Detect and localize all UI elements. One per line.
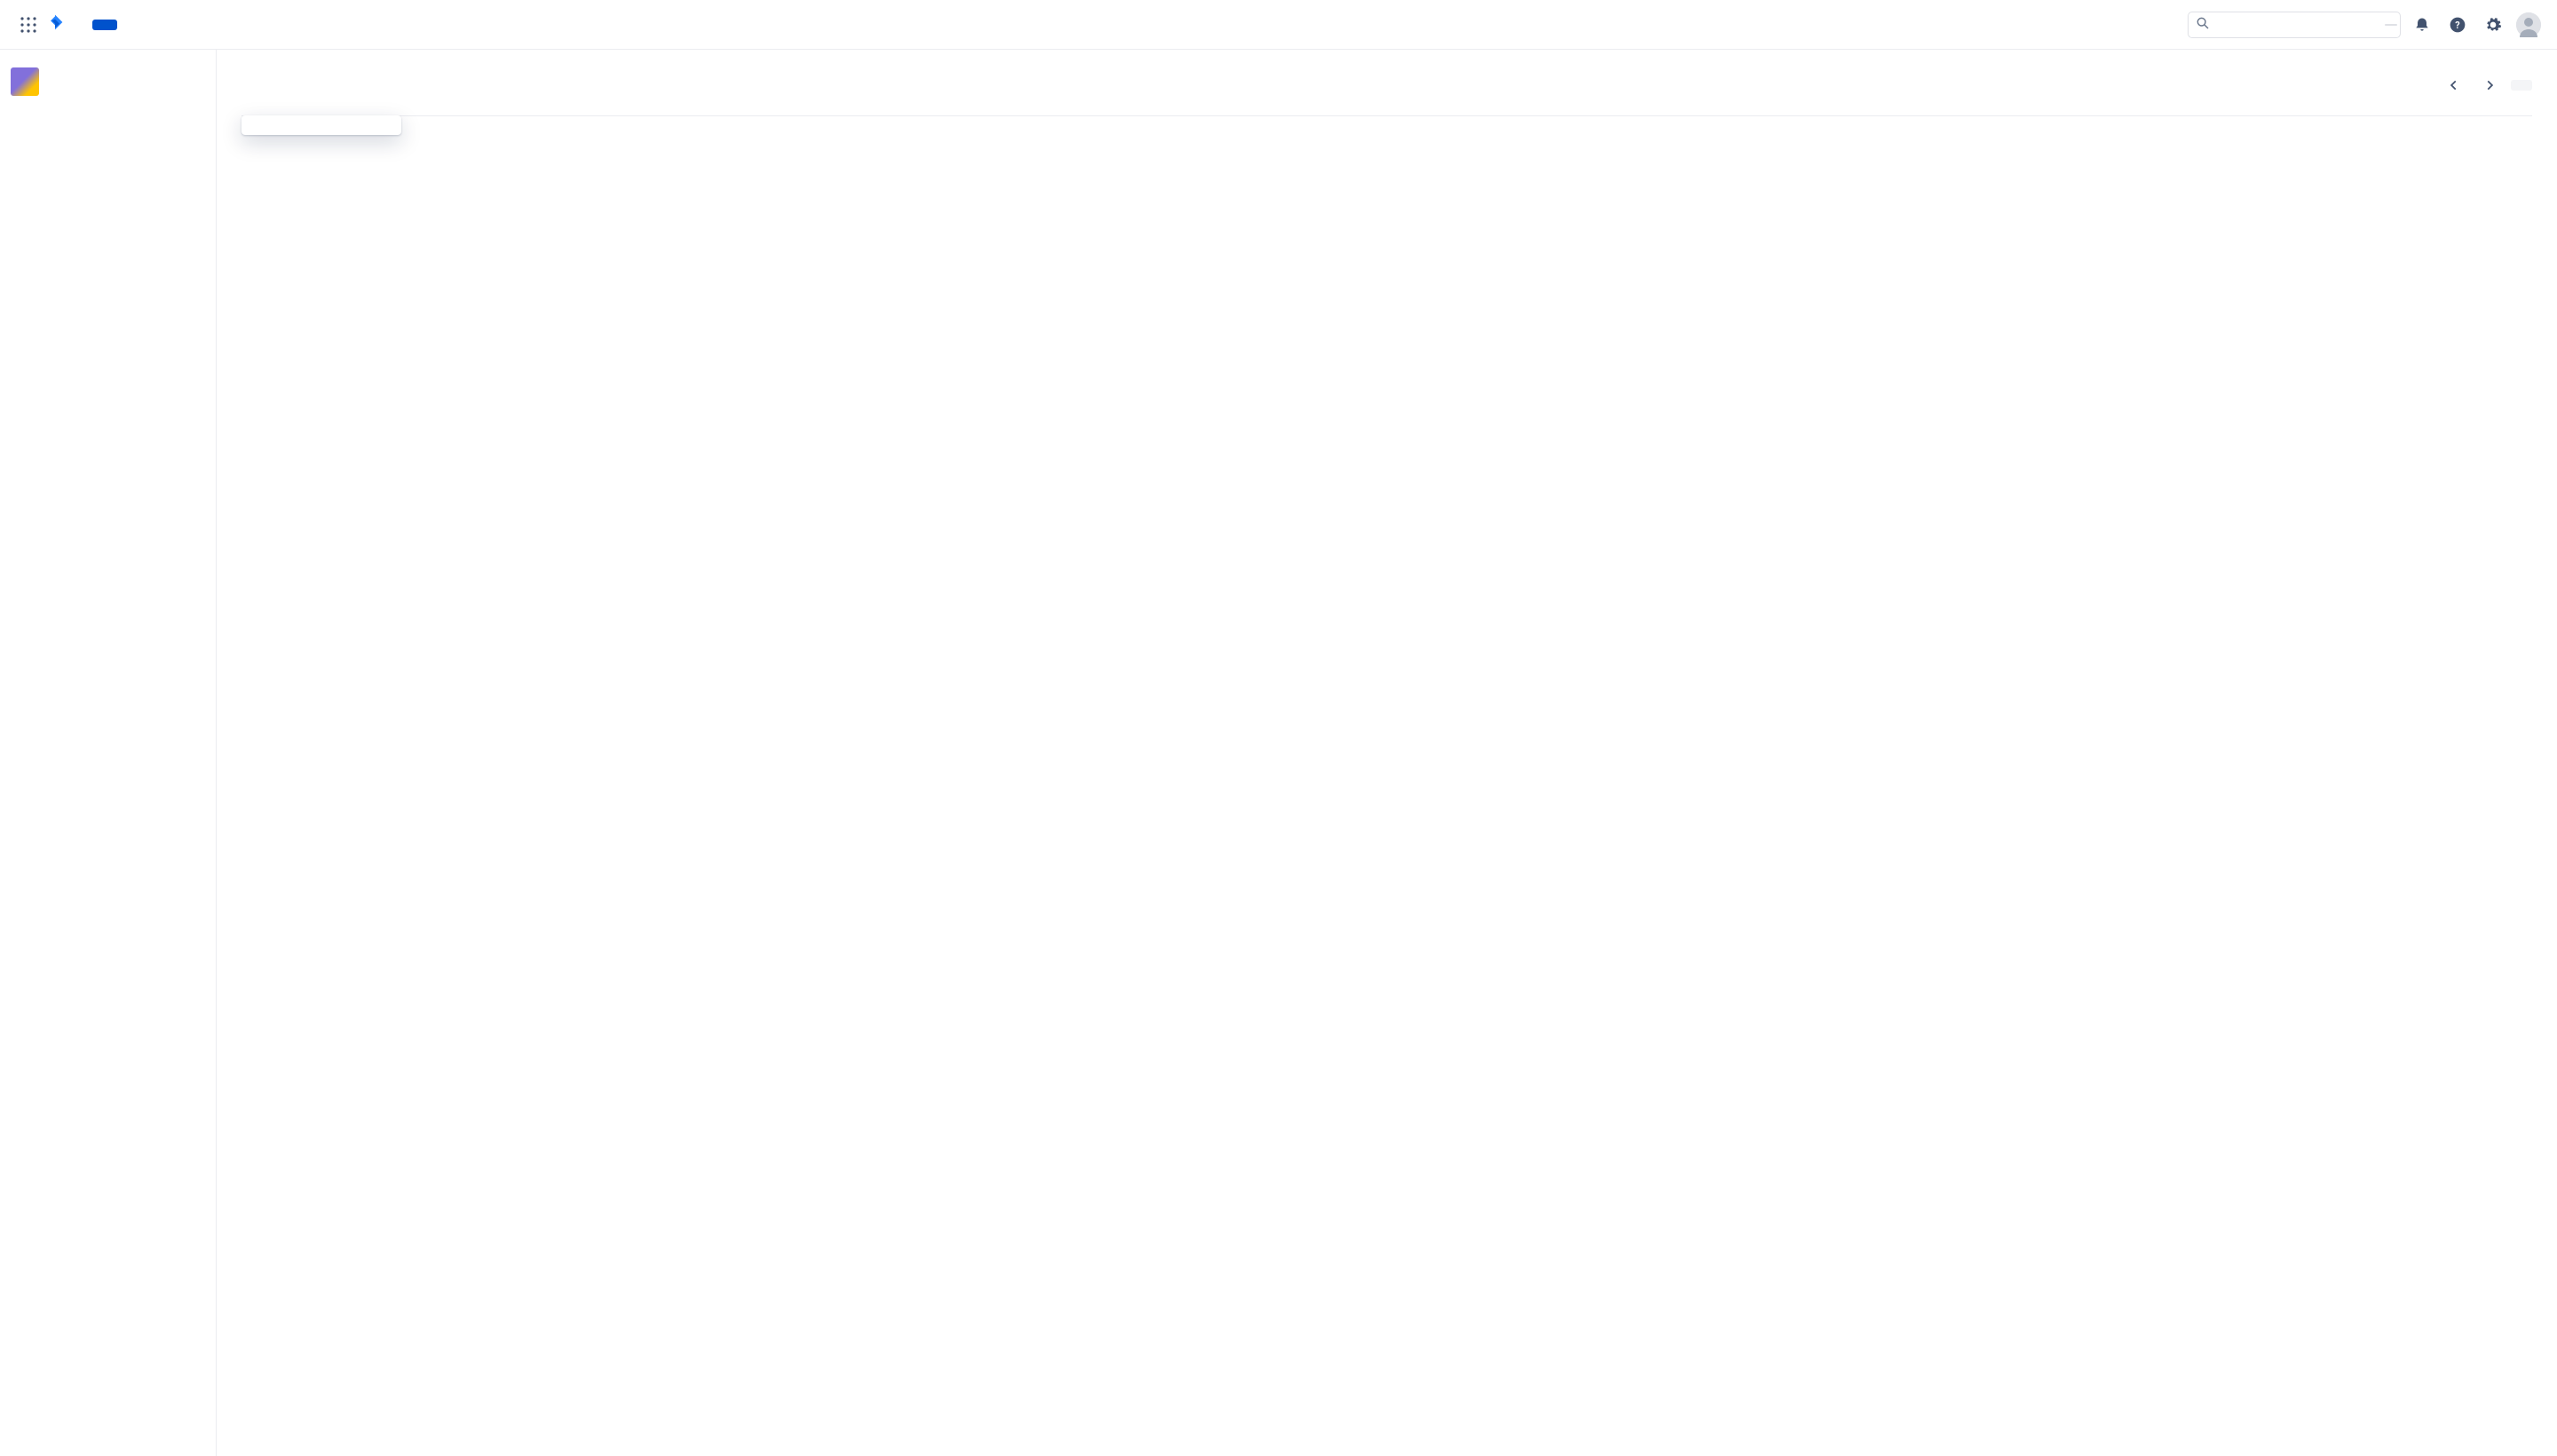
top-nav: ? bbox=[0, 0, 2557, 50]
today-button[interactable] bbox=[2511, 80, 2532, 91]
search-shortcut-hint bbox=[2385, 24, 2397, 26]
jira-glyph-icon bbox=[46, 13, 64, 36]
search-input[interactable] bbox=[2217, 18, 2378, 32]
notifications-icon[interactable] bbox=[2408, 11, 2436, 39]
day-popover[interactable] bbox=[241, 115, 401, 135]
project-avatar-icon bbox=[11, 67, 39, 96]
svg-text:?: ? bbox=[2455, 20, 2459, 31]
app-switcher-icon[interactable] bbox=[14, 11, 43, 39]
sidebar bbox=[0, 50, 217, 1456]
avatar bbox=[2516, 12, 2541, 37]
search-icon bbox=[2196, 16, 2210, 34]
create-button[interactable] bbox=[92, 20, 117, 30]
prev-month-button[interactable] bbox=[2440, 71, 2468, 99]
settings-icon[interactable] bbox=[2479, 11, 2507, 39]
help-icon[interactable]: ? bbox=[2443, 11, 2472, 39]
next-month-button[interactable] bbox=[2475, 71, 2504, 99]
project-header[interactable] bbox=[11, 67, 205, 96]
calendar bbox=[241, 115, 2532, 116]
product-logo[interactable] bbox=[46, 13, 69, 36]
date-controls bbox=[2429, 71, 2532, 99]
main-content bbox=[217, 50, 2557, 1456]
global-search[interactable] bbox=[2188, 12, 2401, 38]
profile-avatar[interactable] bbox=[2514, 11, 2543, 39]
